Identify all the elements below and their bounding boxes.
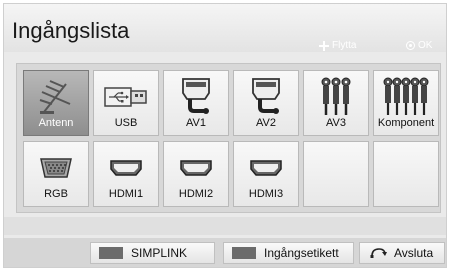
input-tile-antenn[interactable]: Antenn [23, 70, 89, 136]
input-tile-hdmi2[interactable]: HDMI2 [163, 141, 229, 207]
input-label: AV2 [256, 117, 276, 129]
input-tile-av3[interactable]: AV3 [303, 70, 369, 136]
exit-label: Avsluta [394, 246, 434, 260]
simplink-label: SIMPLINK [131, 246, 188, 260]
input-tile-komponent[interactable]: Komponent [373, 70, 439, 136]
input-label-button-label: Ingångsetikett [264, 246, 339, 260]
input-label: AV1 [186, 117, 206, 129]
vga-icon [24, 148, 88, 188]
input-label-button[interactable]: Ingångsetikett [223, 242, 354, 264]
title-bar: Ingångslista Flytta OK [4, 4, 446, 52]
input-tile-hdmi3[interactable]: HDMI3 [233, 141, 299, 207]
input-label: HDMI3 [248, 188, 284, 200]
scart-icon [164, 77, 228, 117]
usb-icon [94, 77, 158, 117]
input-tile-hdmi1[interactable]: HDMI1 [93, 141, 159, 207]
color-key-icon [232, 247, 256, 259]
exit-icon [370, 246, 388, 261]
input-label: HDMI2 [178, 188, 214, 200]
hint-move: Flytta [319, 40, 356, 51]
hint-ok: OK [406, 40, 432, 51]
hdmi-icon [164, 148, 228, 188]
input-tile-empty [373, 141, 439, 207]
input-tile-usb[interactable]: USB [93, 70, 159, 136]
input-label: AV3 [326, 117, 346, 129]
rca-3-icon [304, 77, 368, 117]
simplink-button[interactable]: SIMPLINK [90, 242, 215, 264]
info-bar [4, 217, 446, 235]
input-label: Komponent [377, 117, 435, 129]
footer-bar: SIMPLINK Ingångsetikett Avsluta [4, 238, 446, 267]
ok-button-icon [406, 41, 415, 50]
dpad-icon [319, 40, 329, 51]
scart-icon [234, 77, 298, 117]
color-key-icon [99, 247, 123, 259]
hdmi-icon [234, 148, 298, 188]
antenna-icon [24, 77, 88, 117]
input-grid: Antenn USB AV1 AV2 AV3 Komponent RGB HDM… [16, 63, 441, 213]
rca-5-icon [374, 77, 438, 117]
input-label: RGB [44, 188, 68, 200]
window-title: Ingångslista [12, 18, 130, 43]
input-tile-av2[interactable]: AV2 [233, 70, 299, 136]
hint-ok-label: OK [418, 40, 433, 51]
input-label: Antenn [38, 117, 74, 129]
hdmi-icon [94, 148, 158, 188]
hint-move-label: Flytta [332, 40, 357, 51]
input-label: HDMI1 [108, 188, 144, 200]
input-tile-av1[interactable]: AV1 [163, 70, 229, 136]
exit-button[interactable]: Avsluta [359, 242, 445, 264]
input-list-window: Ingångslista Flytta OK Antenn USB AV1 AV… [3, 3, 447, 268]
input-label: USB [114, 117, 138, 129]
input-tile-empty [303, 141, 369, 207]
input-tile-rgb[interactable]: RGB [23, 141, 89, 207]
